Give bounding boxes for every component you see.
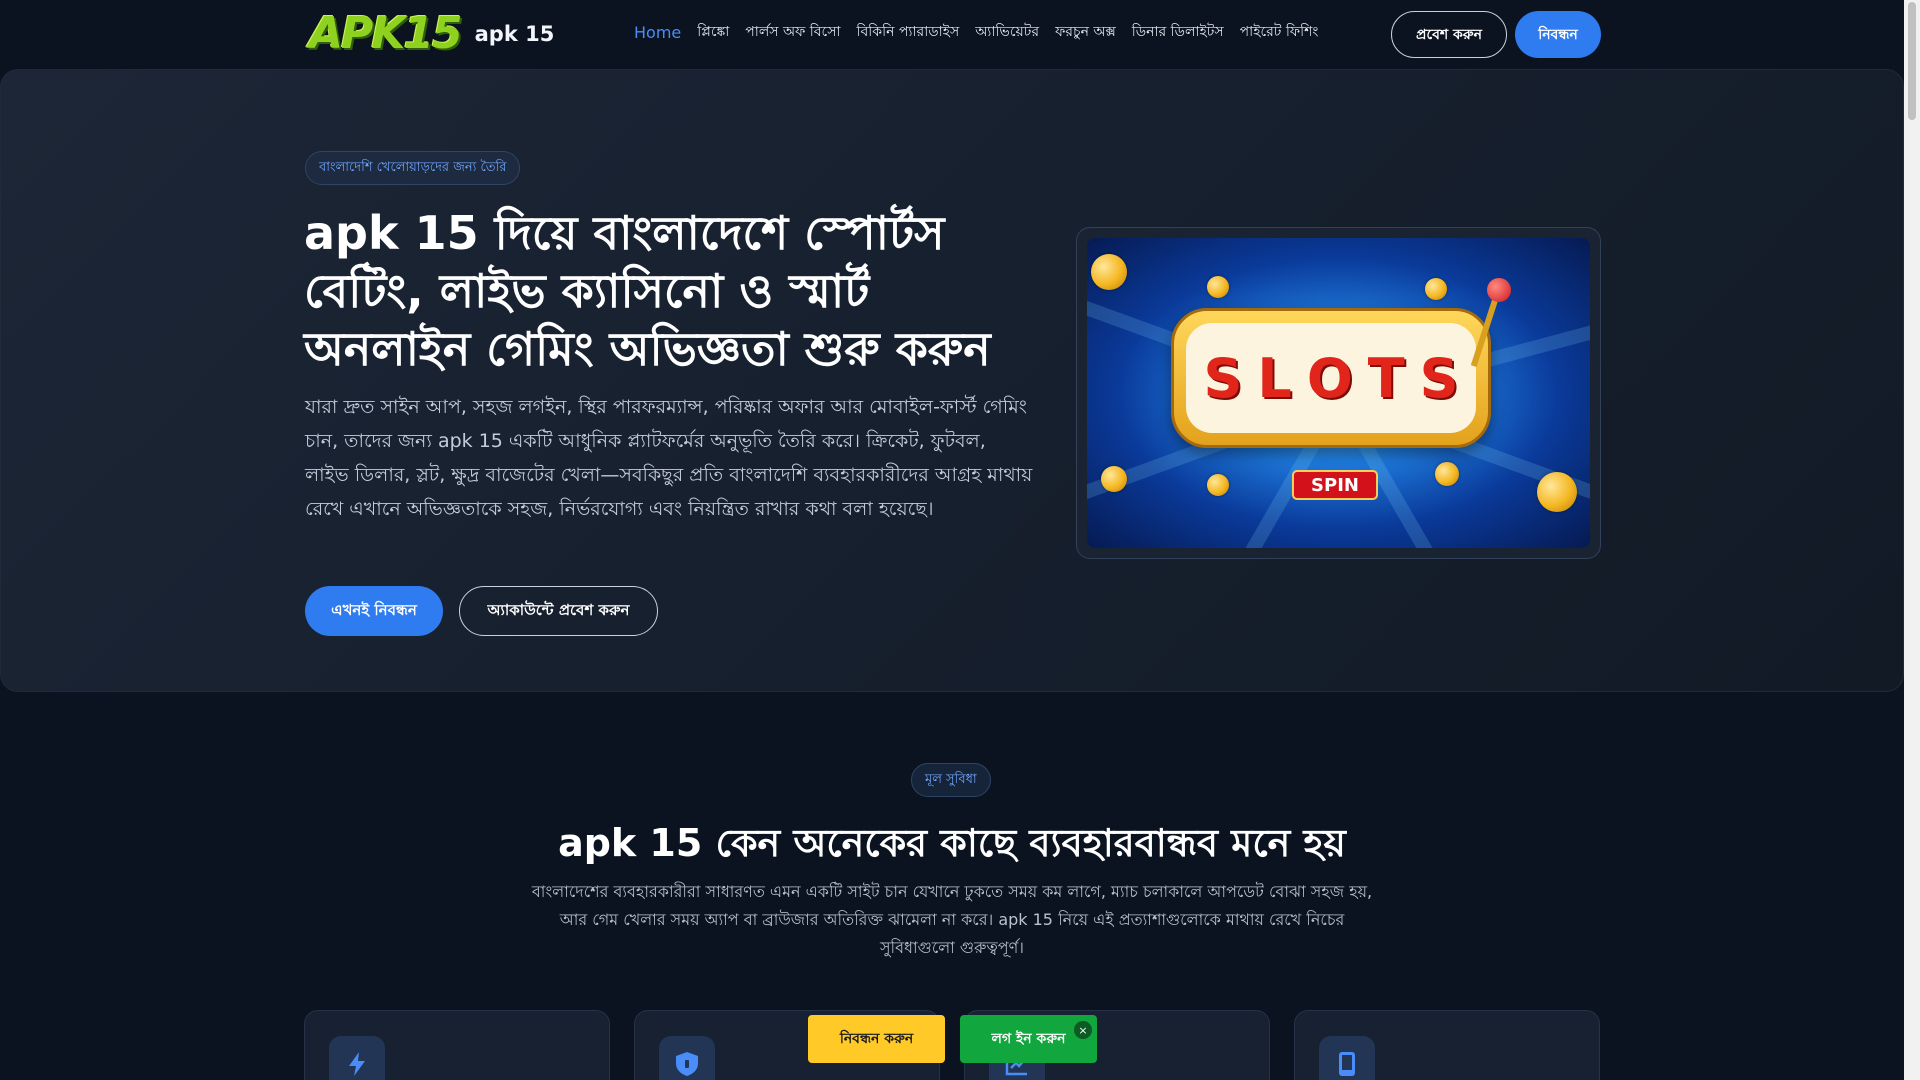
nav-pearls-of-bisho[interactable]: পার্লস অফ বিসো: [745, 20, 840, 44]
reel-letter: T: [1367, 346, 1405, 410]
spin-label: SPIN: [1292, 470, 1378, 500]
lightning-icon: [329, 1036, 385, 1080]
features-title: apk 15 কেন অনেকের কাছে ব্যবহারবান্ধব মনে…: [558, 821, 1346, 865]
hero-description: যারা দ্রুত সাইন আপ, সহজ লগইন, স্থির পারফ…: [305, 396, 1033, 520]
hero-image-frame: S L O T S SPIN: [1076, 227, 1601, 559]
reel-letter: S: [1419, 346, 1459, 410]
coin-icon: [1091, 254, 1127, 290]
coin-icon: [1425, 278, 1447, 300]
nav-aviator[interactable]: অ্যাভিয়েটর: [975, 20, 1039, 44]
lever-ball: [1487, 278, 1511, 302]
register-now-button[interactable]: এখনই নিবন্ধন: [305, 586, 443, 636]
nav-plinko[interactable]: প্লিঙ্কো: [697, 20, 729, 44]
account-login-button[interactable]: অ্যাকাউন্টে প্রবেশ করুন: [459, 586, 658, 636]
register-button[interactable]: নিবন্ধন: [1515, 11, 1601, 58]
feature-card: [304, 1010, 610, 1080]
features-description: বাংলাদেশের ব্যবহারকারীরা সাধারণত এমন একট…: [531, 882, 1373, 957]
login-button[interactable]: প্রবেশ করুন: [1391, 11, 1507, 58]
hero-section: বাংলাদেশি খেলোয়াড়দের জন্য তৈরি apk 15 …: [0, 69, 1904, 692]
features-badge: মূল সুবিধা: [911, 763, 991, 797]
logo-mark: APK15: [309, 8, 463, 59]
slots-image: S L O T S SPIN: [1087, 238, 1590, 548]
mobile-icon: [1319, 1036, 1375, 1080]
reel-letter: S: [1203, 346, 1243, 410]
slot-machine: S L O T S: [1171, 308, 1491, 448]
page-scrollbar[interactable]: [1904, 0, 1920, 1080]
logo[interactable]: APK15 apk 15: [309, 12, 554, 56]
reel-letter: O: [1306, 346, 1353, 410]
nav-pirate-fishing[interactable]: পাইরেট ফিশিং: [1240, 20, 1319, 44]
coin-icon: [1435, 462, 1459, 486]
nav-bikini-paradise[interactable]: বিকিনি প্যারাডাইস: [857, 20, 960, 44]
coin-icon: [1207, 474, 1229, 496]
nav-dinner-delights[interactable]: ডিনার ডিলাইটস: [1132, 20, 1224, 44]
hero-badge: বাংলাদেশি খেলোয়াড়দের জন্য তৈরি: [305, 151, 521, 185]
coin-icon: [1537, 472, 1577, 512]
coin-icon: [1101, 466, 1127, 492]
close-icon[interactable]: ×: [1074, 1021, 1092, 1039]
feature-card: [1294, 1010, 1600, 1080]
main-nav: Home প্লিঙ্কো পার্লস অফ বিসো বিকিনি প্যা…: [634, 20, 1334, 44]
site-name: apk 15: [474, 22, 555, 46]
scrollbar-thumb[interactable]: [1908, 2, 1916, 120]
nav-home[interactable]: Home: [634, 23, 681, 42]
coin-icon: [1207, 276, 1229, 298]
site-header: APK15 apk 15 Home প্লিঙ্কো পার্লস অফ বিস…: [0, 0, 1904, 68]
hero-title: apk 15 দিয়ে বাংলাদেশে স্পোর্টস বেটিং, ল…: [304, 206, 991, 376]
shield-icon: [659, 1036, 715, 1080]
sticky-register-button[interactable]: নিবন্ধন করুন: [808, 1015, 945, 1063]
nav-fortune-ox[interactable]: ফরচুন অক্স: [1055, 20, 1116, 44]
reel-letter: L: [1257, 346, 1292, 410]
